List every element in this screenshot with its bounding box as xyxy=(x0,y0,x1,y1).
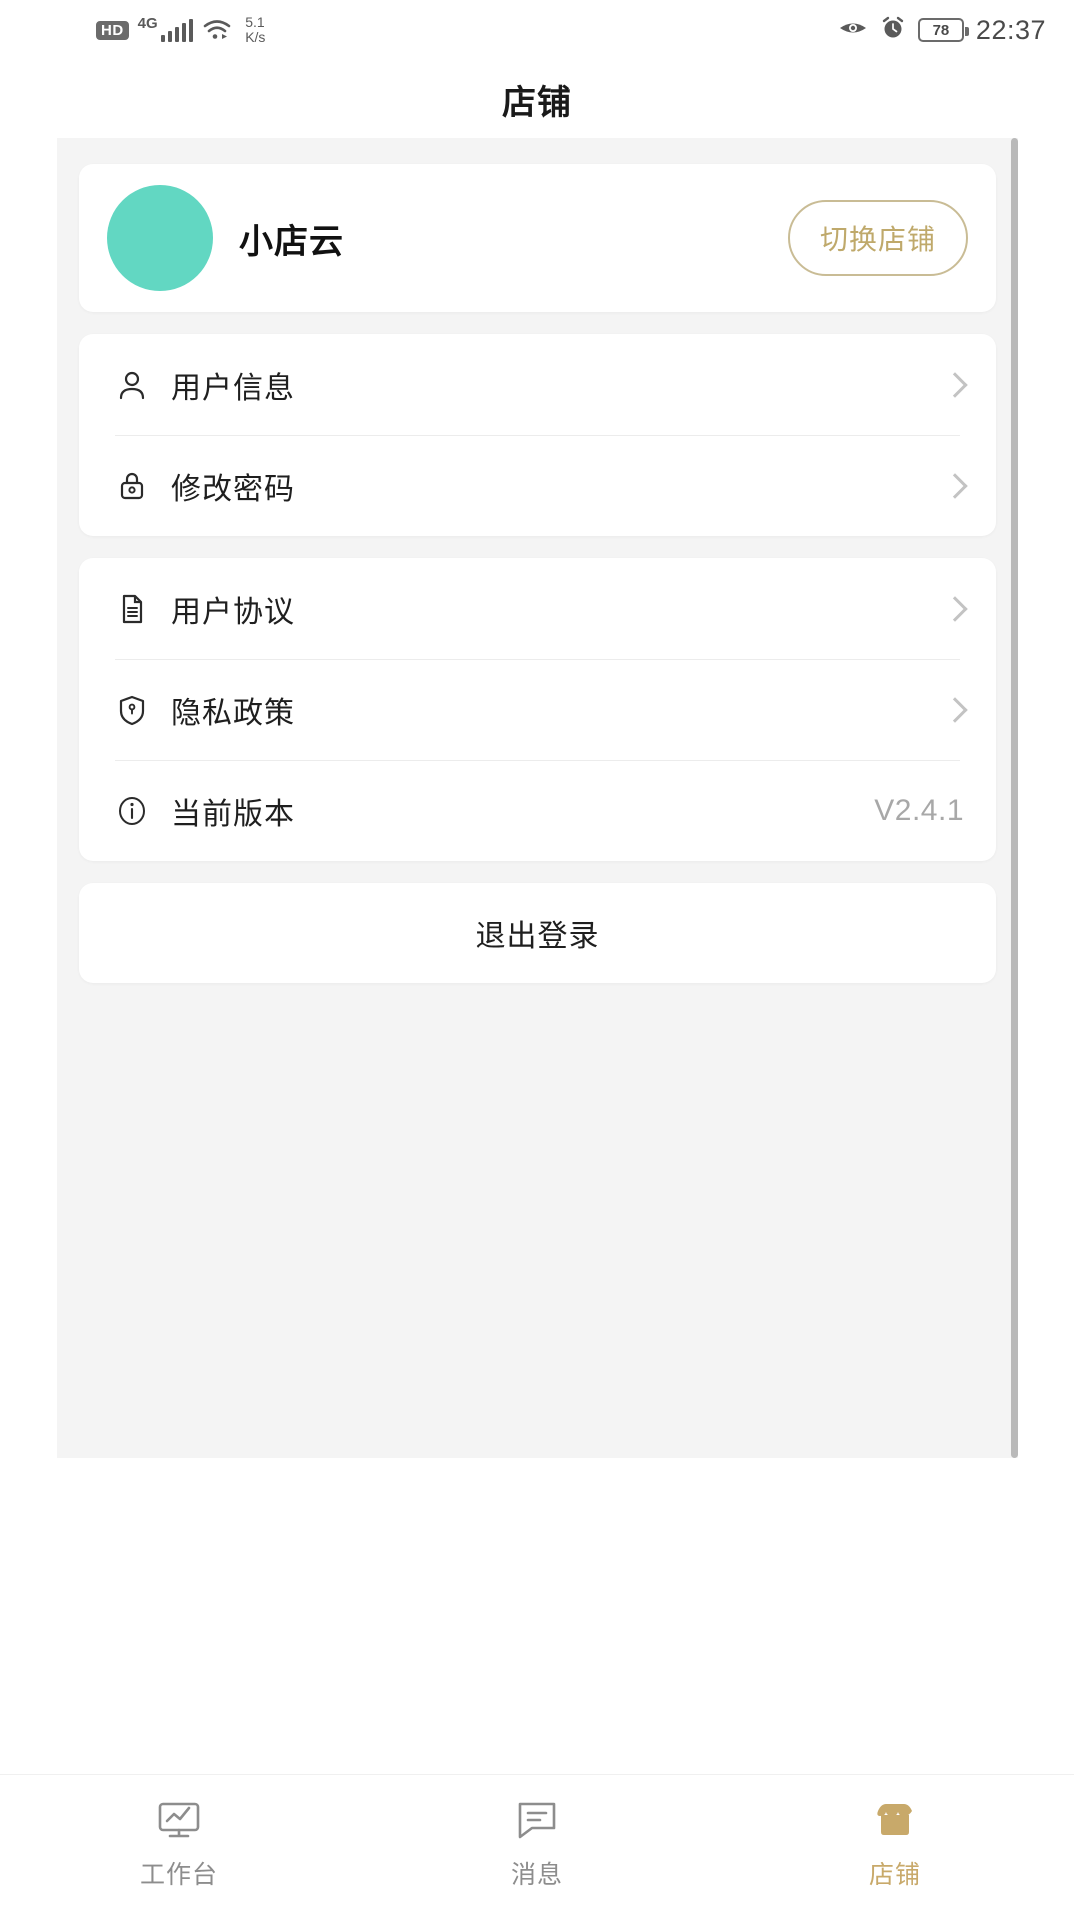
avatar xyxy=(107,185,213,291)
list-item-label: 当前版本 xyxy=(171,797,295,831)
alarm-clock-icon xyxy=(880,15,906,46)
tab-store[interactable]: 店铺 xyxy=(716,1775,1074,1891)
status-bar-left: HD 4G 5.1 K/s xyxy=(96,15,265,45)
info-card: 用户协议 隐私政策 当前版本 V2.4.1 xyxy=(79,558,996,861)
list-item-label: 修改密码 xyxy=(171,472,295,506)
battery-icon: 78 xyxy=(917,18,969,42)
clock-time: 22:37 xyxy=(975,14,1046,45)
battery-percent-label: 78 xyxy=(932,21,950,39)
title-bar: 店铺 xyxy=(0,60,1074,138)
version-value: V2.4.1 xyxy=(874,793,964,827)
shield-icon xyxy=(115,693,149,727)
store-icon xyxy=(869,1793,921,1845)
list-item-current-version: 当前版本 V2.4.1 xyxy=(79,760,996,861)
tab-label: 工作台 xyxy=(139,1861,218,1889)
eye-icon xyxy=(838,18,868,43)
list-item-label: 用户协议 xyxy=(171,595,295,629)
account-settings-card: 用户信息 修改密码 xyxy=(79,334,996,536)
profile-card: 小店云 切换店铺 xyxy=(79,164,996,312)
hd-badge-icon: HD xyxy=(96,20,129,40)
network-speed: 5.1 K/s xyxy=(245,15,265,45)
bottom-tab-bar: 工作台 消息 店铺 xyxy=(0,1774,1074,1914)
tab-label: 消息 xyxy=(510,1861,563,1889)
network-type-label: 4G xyxy=(137,14,158,32)
chevron-right-icon xyxy=(942,371,968,398)
workbench-icon xyxy=(153,1793,205,1845)
logout-card: 退出登录 xyxy=(79,883,996,983)
network-speed-value: 5.1 xyxy=(245,14,265,30)
wifi-icon xyxy=(202,18,232,42)
tab-label: 店铺 xyxy=(868,1861,921,1889)
chevron-right-icon xyxy=(942,472,968,499)
chevron-right-icon xyxy=(942,595,968,622)
message-icon xyxy=(511,1793,563,1845)
logout-button[interactable]: 退出登录 xyxy=(79,883,996,983)
list-item-privacy-policy[interactable]: 隐私政策 xyxy=(79,659,996,760)
lock-icon xyxy=(115,469,149,503)
phone-screen: HD 4G 5.1 K/s 78 22:37 店铺 小店云 切换店铺 用户信息 … xyxy=(0,0,1074,1914)
info-icon xyxy=(115,794,149,828)
tab-messages[interactable]: 消息 xyxy=(358,1775,716,1891)
list-item-label: 隐私政策 xyxy=(171,696,295,730)
profile-row: 小店云 切换店铺 xyxy=(79,164,996,312)
tab-workbench[interactable]: 工作台 xyxy=(0,1775,358,1891)
switch-shop-button[interactable]: 切换店铺 xyxy=(787,200,968,276)
list-item-user-info[interactable]: 用户信息 xyxy=(79,334,996,435)
status-bar-right: 78 22:37 xyxy=(838,15,1046,46)
shop-name: 小店云 xyxy=(239,222,344,261)
network-speed-unit: K/s xyxy=(245,29,266,45)
document-icon xyxy=(115,592,149,626)
vertical-scrollbar[interactable] xyxy=(1011,138,1018,1458)
list-item-user-agreement[interactable]: 用户协议 xyxy=(79,558,996,659)
page-title: 店铺 xyxy=(502,83,572,122)
scroll-content[interactable]: 小店云 切换店铺 用户信息 修改密码 用户协议 隐私政策 当前版本 V2.4.1… xyxy=(57,138,1018,1458)
user-icon xyxy=(115,368,149,402)
list-item-label: 用户信息 xyxy=(171,371,295,405)
list-item-change-password[interactable]: 修改密码 xyxy=(79,435,996,536)
status-bar: HD 4G 5.1 K/s 78 22:37 xyxy=(0,0,1074,60)
chevron-right-icon xyxy=(942,696,968,723)
signal-bars-icon xyxy=(160,18,194,42)
